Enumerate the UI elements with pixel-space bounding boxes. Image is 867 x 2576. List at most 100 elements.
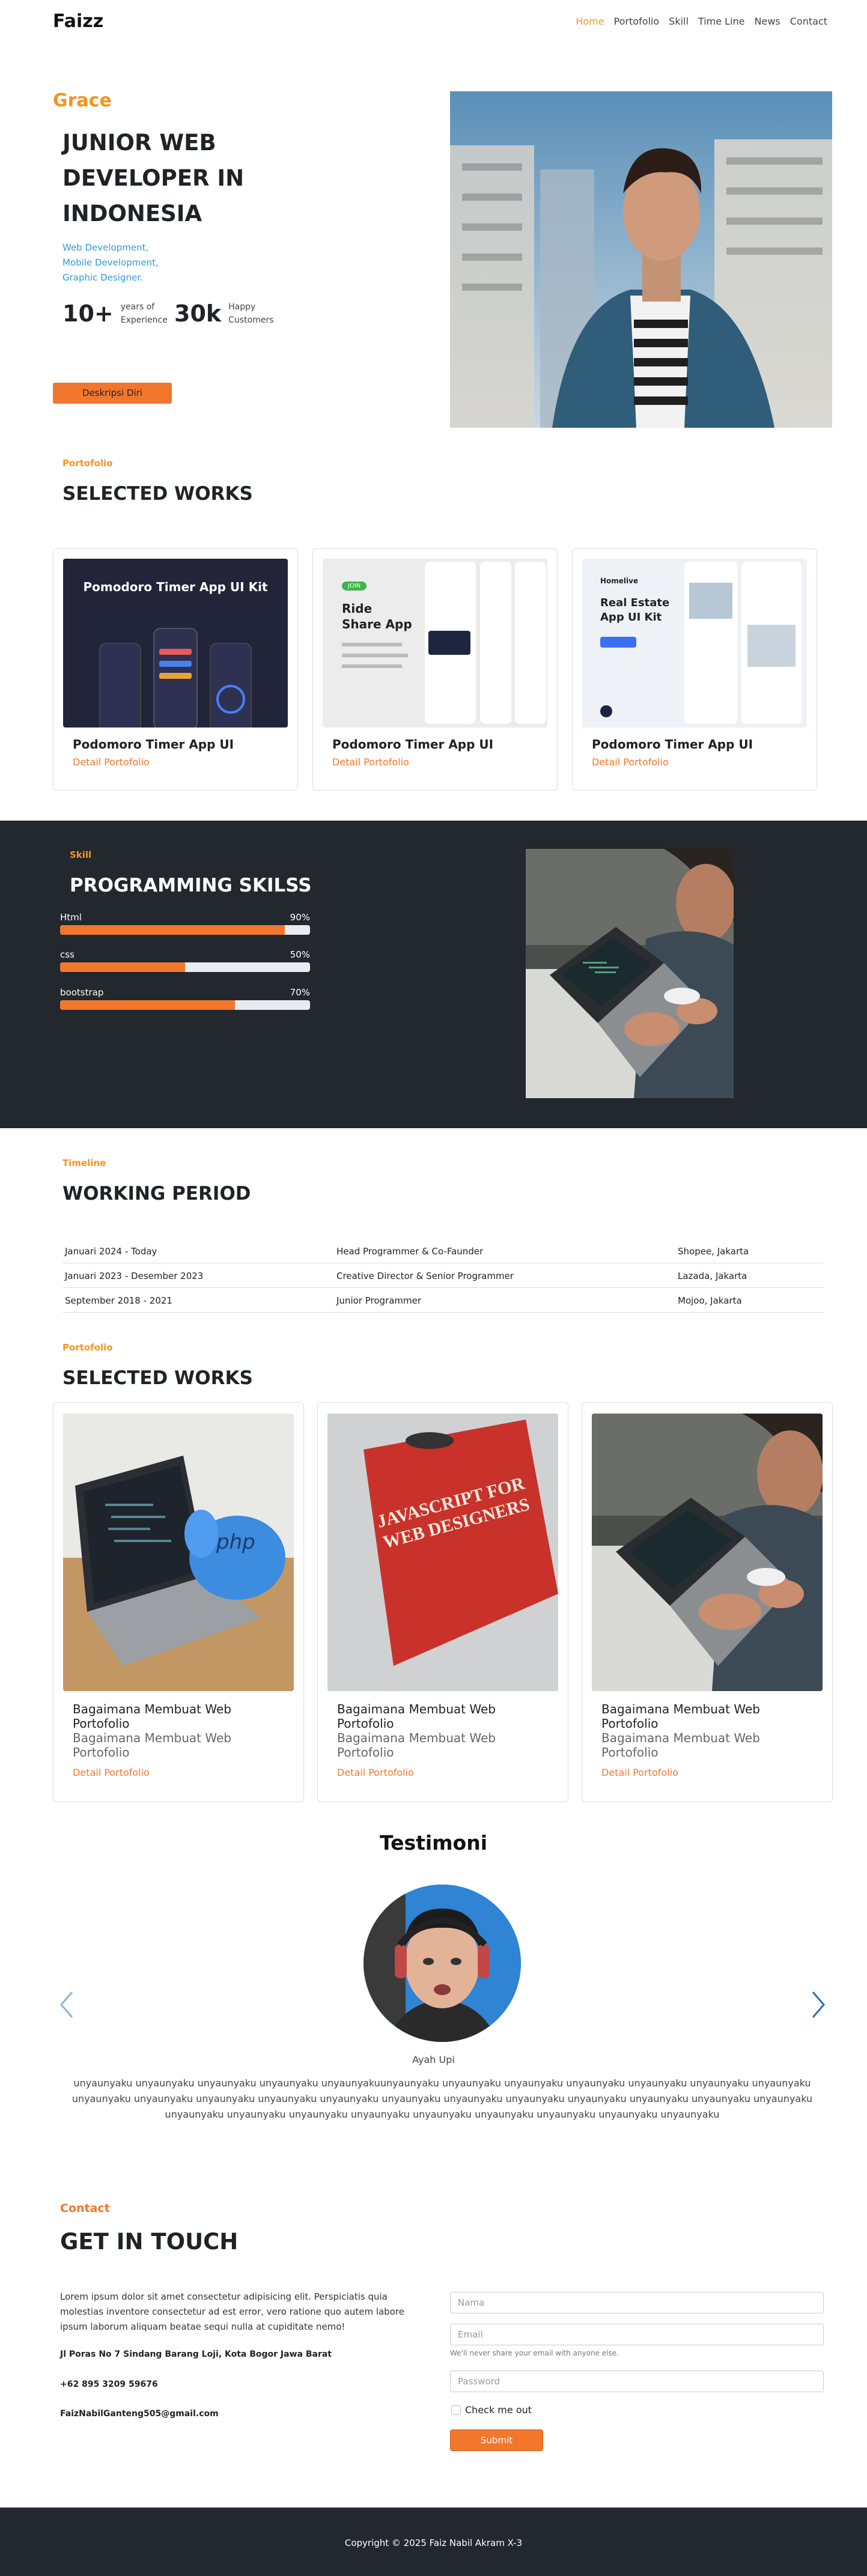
work-card[interactable]: Homelive Real Estate App UI Kit Podomoro… [572,548,817,791]
blog-card[interactable]: JAVASCRIPT FOR WEB DESIGNERS Bagaimana M… [317,1402,568,1802]
next-arrow-icon[interactable] [809,1990,827,2020]
stat-label: Happy Customers [228,302,274,325]
card-title: Bagaimana Membuat Web Portofolio [73,1702,231,1731]
work-card[interactable]: JOIN Ride Share App Podomoro Timer App U… [312,548,558,791]
nav-home[interactable]: Home [576,16,604,27]
table-row: Januari 2024 - Today Head Programmer & C… [62,1239,823,1263]
detail-portofolio-link[interactable]: Detail Portofolio [337,1767,414,1778]
thumbnail-brand: Homelive [600,577,639,585]
stat-number: 10+ [62,300,114,327]
skills-title: PROGRAMMING SKILSS [70,875,312,896]
svg-text:php: php [216,1530,255,1554]
skill-item: Html 90% [60,912,310,935]
real-estate-thumbnail: Homelive Real Estate App UI Kit [582,559,807,728]
skill-percent: 70% [290,987,310,998]
timeline-title: WORKING PERIOD [62,1183,251,1204]
skill-name: Html [60,912,82,923]
copyright-text: Copyright © 2025 Faiz Nabil Akram X-3 [344,2538,523,2548]
place-cell: Shopee, Jakarta [678,1246,749,1257]
hero-subtitle-line: Web Development, [62,242,149,253]
laptop-php-image: php [63,1414,294,1691]
coding-photo [592,1414,823,1691]
detail-portofolio-link[interactable]: Detail Portofolio [601,1767,678,1778]
period-cell: Januari 2024 - Today [65,1246,157,1257]
works1-title: SELECTED WORKS [62,483,253,505]
skills-section [0,821,867,1128]
card-title: Podomoro Timer App UI [332,737,494,752]
thumbnail-title: Ride Share App [342,601,412,631]
hero-subtitle-line: Mobile Development, [62,257,159,268]
detail-portofolio-link[interactable]: Detail Portofolio [73,756,150,768]
skill-name: bootstrap [60,987,104,998]
check-me-label: Check me out [465,2404,532,2416]
stat-experience: 10+ years of Experience [62,300,168,327]
nav-contact[interactable]: Contact [790,16,827,27]
role-cell: Head Programmer & Co-Faunder [336,1246,484,1257]
stat-number: 30k [174,300,222,327]
testimoni-avatar [364,1885,521,2042]
period-cell: Januari 2023 - Desember 2023 [65,1271,204,1281]
skill-percent: 90% [290,912,310,923]
contact-title: GET IN TOUCH [60,2229,239,2255]
main-nav: Home Portofolio Skill Time Line News Con… [576,16,827,27]
hero-subtitle: Web Development, Mobile Development, Gra… [62,240,159,285]
skill-percent: 50% [290,949,310,960]
hero-title: JUNIOR WEB DEVELOPER IN INDONESIA [62,130,245,226]
blog-card[interactable]: php Bagaimana Membuat Web Portofolio Bag… [53,1402,304,1802]
testimoni-text: unyaunyaku unyaunyaku unyaunyaku unyauny… [71,2077,813,2120]
submit-button[interactable]: Submit [450,2429,543,2451]
detail-portofolio-link[interactable]: Detail Portofolio [592,756,669,768]
testimoni-title: Testimoni [379,1831,488,1855]
detail-portofolio-link[interactable]: Detail Portofolio [332,756,409,768]
blog-card[interactable]: Bagaimana Membuat Web Portofolio Bagaima… [582,1402,833,1802]
card-title: Bagaimana Membuat Web Portofolio [337,1702,496,1731]
email-input[interactable]: Email [450,2324,824,2345]
detail-portofolio-link[interactable]: Detail Portofolio [73,1767,150,1778]
contact-description: Lorem ipsum dolor sit amet consectetur a… [60,2291,404,2332]
nav-timeline[interactable]: Time Line [698,16,745,27]
contact-email[interactable]: FaizNabilGanteng505@gmail.com [60,2409,219,2419]
deskripsi-button[interactable]: Deskripsi Diri [53,383,172,404]
name-input[interactable]: Nama [450,2292,824,2313]
period-cell: September 2018 - 2021 [65,1295,172,1306]
card-title: Bagaimana Membuat Web Portofolio [601,1702,760,1731]
site-logo[interactable]: Faizz [53,11,103,32]
skill-progress-bar [60,1000,310,1010]
hero-subtitle-line: Graphic Designer. [62,272,143,283]
email-help-text: We'll never share your email with anyone… [450,2349,619,2357]
skill-item: css 50% [60,949,310,972]
contact-address: Jl Poras No 7 Sindang Barang Loji, Kota … [60,2350,332,2359]
thumbnail-badge: JOIN [342,582,367,591]
skill-item: bootstrap 70% [60,987,310,1010]
skill-progress-bar [60,925,310,935]
thumbnail-title: Pomodoro Timer App UI Kit [83,580,268,594]
role-cell: Creative Director & Senior Programmer [336,1271,514,1281]
pomodoro-thumbnail: Pomodoro Timer App UI Kit [63,559,288,728]
role-cell: Junior Programmer [336,1295,422,1306]
table-row: Januari 2023 - Desember 2023 Creative Di… [62,1263,823,1288]
timeline-tag: Timeline [62,1158,106,1168]
skill-name: css [60,949,75,960]
stat-label: years of Experience [120,302,168,325]
skill-progress-bar [60,962,310,972]
hero-name: Grace [53,90,112,111]
works2-tag: Portofolio [62,1342,113,1353]
prev-arrow-icon[interactable] [58,1990,76,2020]
work-card[interactable]: Pomodoro Timer App UI Kit Podomoro Timer… [53,548,298,791]
stat-customers: 30k Happy Customers [174,300,273,327]
nav-skill[interactable]: Skill [669,16,689,27]
works2-title: SELECTED WORKS [62,1367,253,1389]
skills-tag: Skill [70,849,92,860]
nav-portofolio[interactable]: Portofolio [614,16,660,27]
card-title: Podomoro Timer App UI [592,737,753,752]
nav-news[interactable]: News [755,16,780,27]
password-input[interactable]: Password [450,2371,824,2392]
check-me-checkbox[interactable] [451,2405,461,2415]
javascript-book-image: JAVASCRIPT FOR WEB DESIGNERS [327,1414,558,1691]
ride-share-thumbnail: JOIN Ride Share App [323,559,547,728]
card-title: Podomoro Timer App UI [73,737,234,752]
testimoni-person: Ayah Upi [412,2054,455,2065]
contact-tag: Contact [60,2202,110,2215]
hero-portrait-image [450,91,832,428]
place-cell: Mojoo, Jakarta [678,1295,742,1306]
